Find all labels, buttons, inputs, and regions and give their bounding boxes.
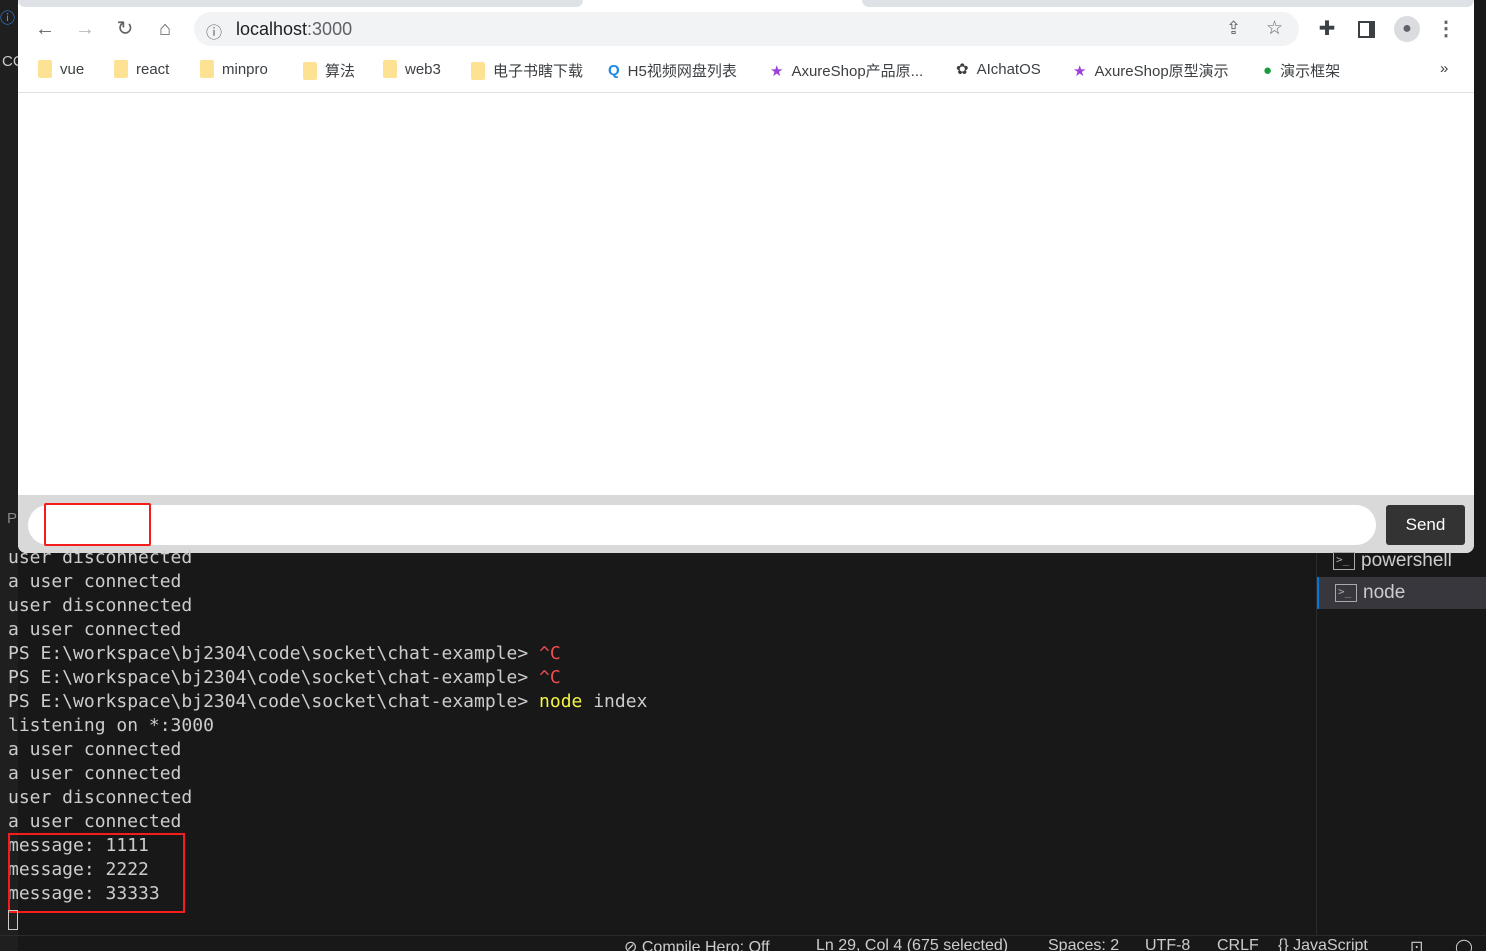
terminal-line: user disconnected [8, 547, 193, 568]
compile-hero-status[interactable]: ⊘ Compile Hero: Off [624, 937, 770, 951]
editor-text: P [7, 510, 18, 527]
chat-form: Send [18, 495, 1474, 553]
bookmark-label: AxureShop原型演示 [1094, 63, 1229, 80]
side-panel-icon[interactable] [1358, 21, 1375, 38]
tab[interactable] [862, 0, 1474, 7]
share-icon[interactable]: ⇪ [1226, 18, 1241, 39]
line-ending[interactable]: CRLF [1217, 937, 1259, 951]
terminal-line: PS E:\workspace\bj2304\code\socket\chat-… [8, 667, 561, 688]
openai-icon: ✿ [956, 61, 969, 78]
bookmark-star-icon[interactable]: ☆ [1266, 17, 1283, 40]
feedback-icon[interactable]: ⊡ [1410, 937, 1423, 951]
bookmark-h5[interactable]: Q H5视频网盘列表 [608, 60, 737, 81]
star-icon: ★ [770, 62, 784, 80]
terminal-item-label: powershell [1361, 550, 1452, 571]
indentation[interactable]: Spaces: 2 [1048, 937, 1119, 951]
cursor-position[interactable]: Ln 29, Col 4 (675 selected) [816, 937, 1008, 951]
terminal-line: listening on *:3000 [8, 715, 214, 736]
bookmark-demo-framework[interactable]: ● 演示框架 [1263, 60, 1340, 81]
bookmark-label: AxureShop产品原... [791, 63, 924, 80]
terminal-item-label: node [1363, 582, 1406, 603]
terminal-list: >_ powershell >_ node [1316, 550, 1486, 935]
bookmark-aichatos[interactable]: ✿ AIchatOS [956, 60, 1041, 79]
forward-icon[interactable]: → [73, 17, 97, 41]
bookmark-label: minpro [222, 60, 268, 78]
bookmark-algorithm[interactable]: 算法 [303, 60, 355, 81]
terminal-line: a user connected [8, 739, 182, 760]
home-icon[interactable]: ⌂ [153, 17, 177, 41]
profile-avatar[interactable]: ● [1394, 16, 1420, 42]
bookmark-label: AIchatOS [976, 60, 1041, 78]
terminal-icon: >_ [1333, 552, 1355, 570]
bookmark-label: 算法 [325, 63, 356, 80]
terminal-line: a user connected [8, 571, 182, 592]
url-port: :3000 [307, 19, 353, 39]
send-button[interactable]: Send [1386, 505, 1465, 545]
site-icon: Q [608, 62, 620, 79]
encoding[interactable]: UTF-8 [1145, 937, 1190, 951]
bookmark-label: 电子书瞎下载 [493, 63, 584, 80]
back-icon[interactable]: ← [33, 17, 57, 41]
bookmark-axureshop-demo[interactable]: ★ AxureShop原型演示 [1073, 60, 1229, 81]
folder-icon [114, 60, 128, 78]
folder-icon [471, 61, 485, 80]
message-input[interactable] [28, 505, 1376, 545]
tab[interactable] [18, 0, 583, 7]
browser-window: ← → ↻ ⌂ ⓘ localhost:3000 ⇪ ☆ ✚ ● ⋮ vue r… [18, 0, 1474, 553]
folder-icon [383, 60, 397, 78]
notifications-icon[interactable]: ◯ [1455, 937, 1473, 951]
folder-icon [303, 61, 317, 80]
bookmark-axureshop[interactable]: ★ AxureShop产品原... [770, 60, 923, 81]
terminal-line: user disconnected [8, 787, 193, 808]
bookmark-label: vue [60, 60, 85, 78]
menu-icon[interactable]: ⋮ [1434, 17, 1458, 41]
folder-icon [200, 60, 214, 78]
status-text: JavaScript [1293, 937, 1368, 951]
highlight-box [44, 503, 151, 546]
terminal-line: user disconnected [8, 595, 193, 616]
eye-off-icon: ⊘ [624, 939, 638, 951]
language-mode[interactable]: {} JavaScript [1278, 937, 1368, 951]
bookmark-vue[interactable]: vue [38, 60, 84, 78]
site-info-icon[interactable]: ⓘ [206, 19, 222, 43]
folder-icon [38, 60, 52, 78]
status-text: Compile Hero: Off [641, 939, 770, 951]
site-icon: ● [1263, 62, 1273, 79]
terminal-item-powershell[interactable]: >_ powershell [1317, 545, 1486, 577]
tab-strip [18, 0, 1474, 7]
terminal-line: a user connected [8, 619, 182, 640]
bookmark-label: H5视频网盘列表 [627, 63, 737, 80]
toolbar: ← → ↻ ⌂ ⓘ localhost:3000 ⇪ ☆ ✚ ● ⋮ [18, 7, 1474, 50]
status-bar: ⊘ Compile Hero: Off Ln 29, Col 4 (675 se… [0, 935, 1486, 951]
terminal-icon: >_ [1335, 584, 1357, 602]
bookmark-ebooks[interactable]: 电子书瞎下载 [471, 60, 583, 81]
address-bar[interactable]: ⓘ localhost:3000 ⇪ ☆ [194, 12, 1299, 46]
terminal-item-node[interactable]: >_ node [1317, 577, 1486, 609]
bookmark-label: 演示框架 [1280, 63, 1341, 80]
bookmark-web3[interactable]: web3 [383, 60, 441, 78]
terminal-line: a user connected [8, 811, 182, 832]
bookmark-minpro[interactable]: minpro [200, 60, 268, 78]
reload-icon[interactable]: ↻ [113, 17, 137, 41]
url-host: localhost [236, 19, 308, 39]
bookmark-label: web3 [405, 60, 441, 78]
more-bookmarks-button[interactable]: » [1440, 60, 1448, 77]
bookmarks-bar: vue react minpro 算法 web3 电子书瞎下载 Q H5视频网盘列… [18, 50, 1474, 93]
terminal-line: PS E:\workspace\bj2304\code\socket\chat-… [8, 643, 561, 664]
braces-icon: {} [1278, 937, 1289, 951]
terminal-cursor [8, 910, 18, 930]
terminal-line: PS E:\workspace\bj2304\code\socket\chat-… [8, 691, 648, 712]
terminal-line: a user connected [8, 763, 182, 784]
bookmark-react[interactable]: react [114, 60, 169, 78]
bookmark-label: react [136, 60, 170, 78]
highlight-box [8, 833, 185, 913]
extensions-icon[interactable]: ✚ [1315, 17, 1339, 41]
info-icon: ⓘ [0, 10, 16, 27]
star-icon: ★ [1073, 62, 1087, 80]
